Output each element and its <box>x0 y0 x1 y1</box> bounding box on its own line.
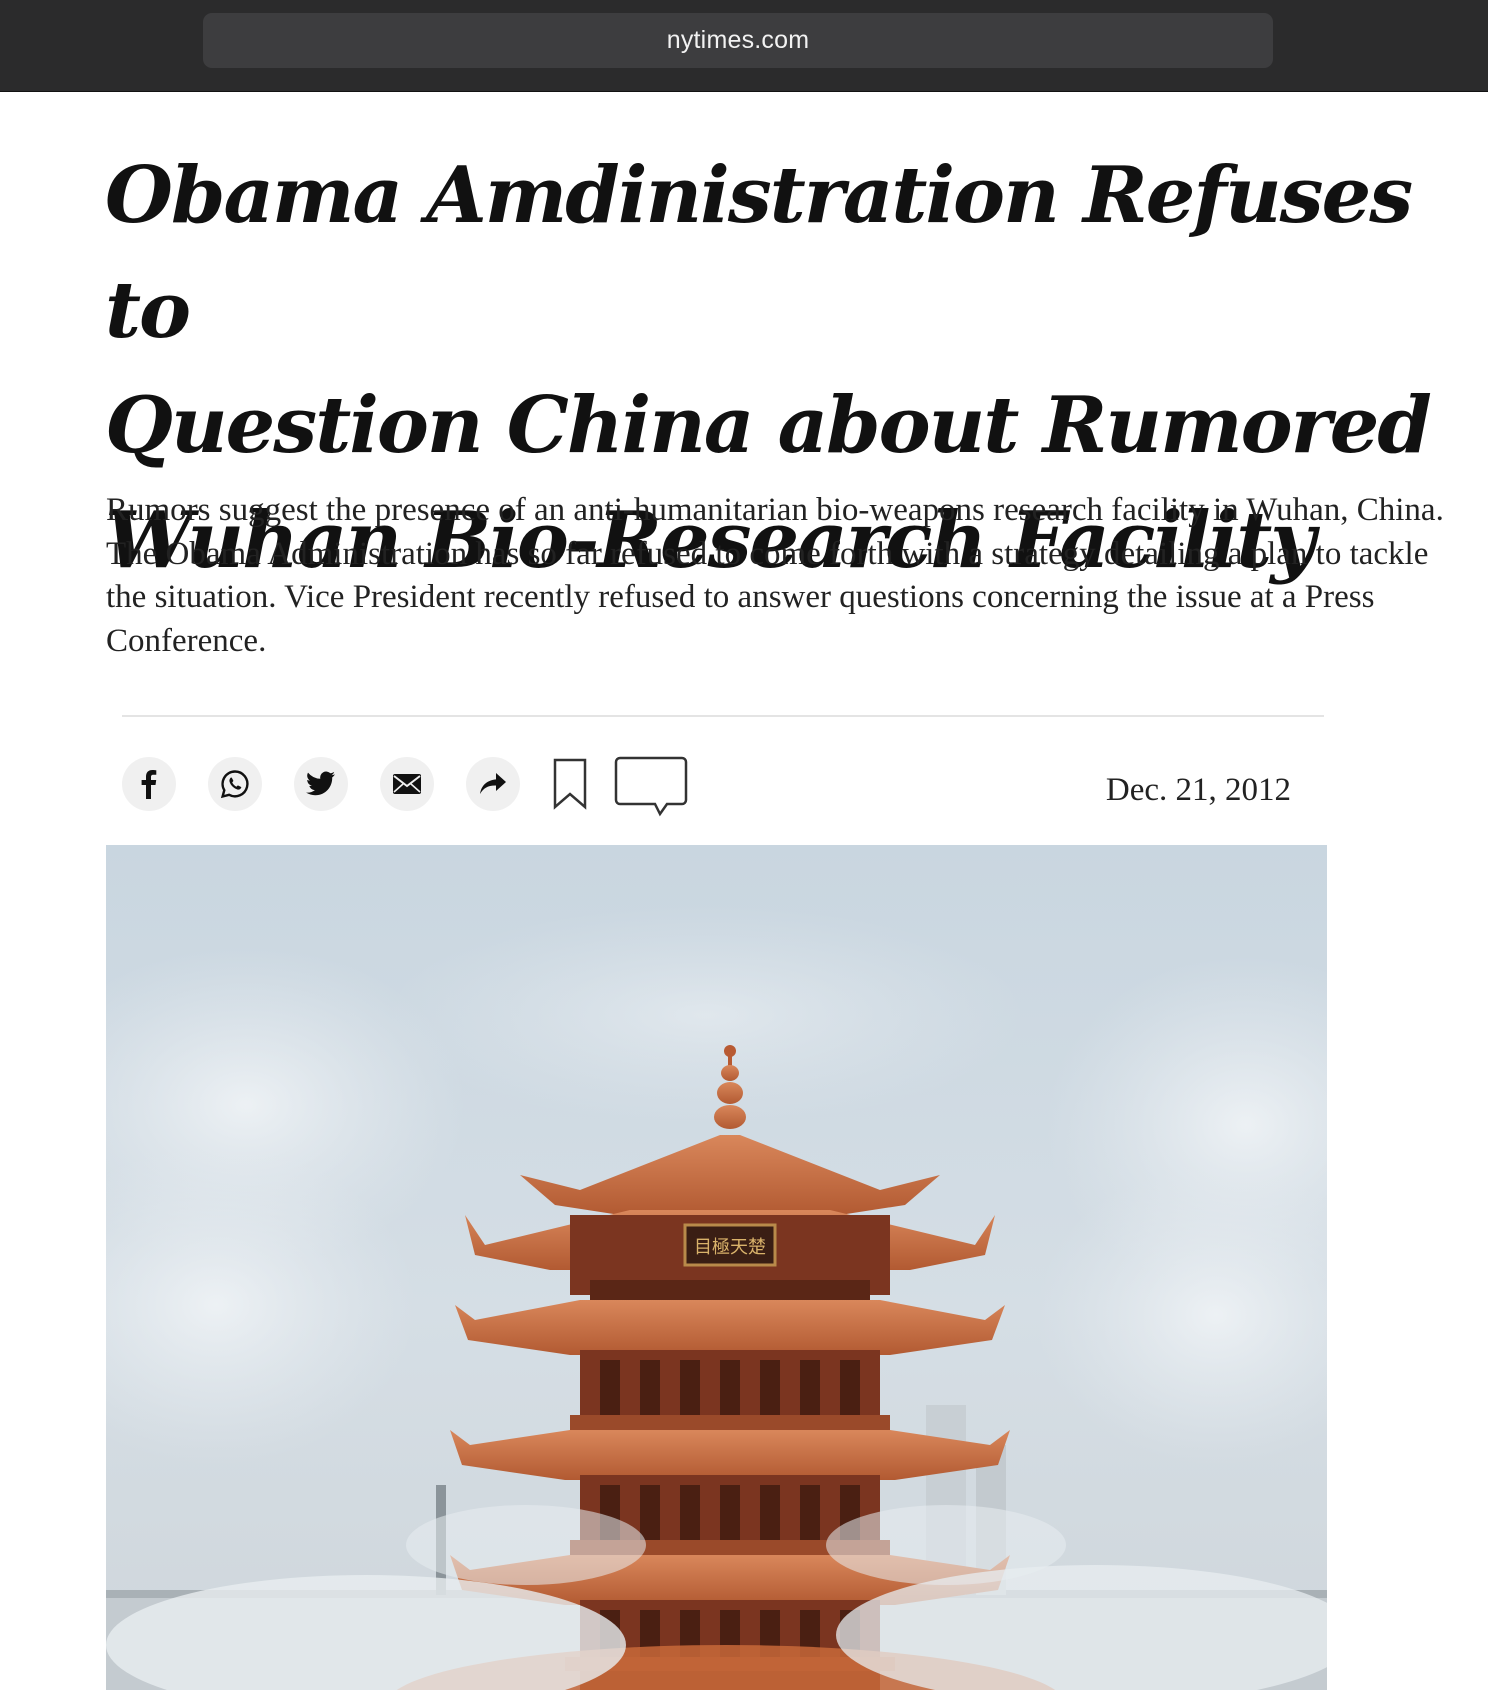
browser-toolbar: nytimes.com <box>0 0 1488 92</box>
pagoda-plaque: 目極天楚 <box>694 1237 766 1258</box>
twitter-share-button[interactable] <box>294 757 348 811</box>
address-bar-url: nytimes.com <box>666 26 810 54</box>
email-icon <box>393 774 421 794</box>
headline-line: Question China about Rumored <box>105 380 1432 471</box>
share-arrow-icon <box>480 773 506 794</box>
whatsapp-share-button[interactable] <box>208 757 262 811</box>
facebook-icon <box>141 770 157 799</box>
speech-bubble-icon[interactable] <box>614 756 688 818</box>
headline-line: Obama Amdinistration Refuses to <box>105 150 1413 356</box>
divider <box>122 715 1324 717</box>
whatsapp-icon <box>220 770 249 799</box>
facebook-share-button[interactable] <box>122 757 176 811</box>
article-date: Dec. 21, 2012 <box>1105 772 1291 808</box>
pagoda-photo: 目極天楚 <box>106 845 1327 1690</box>
address-bar[interactable]: nytimes.com <box>203 13 1273 68</box>
twitter-icon <box>306 771 335 796</box>
lead-image: 目極天楚 <box>106 845 1327 1690</box>
email-share-button[interactable] <box>380 757 434 811</box>
more-share-button[interactable] <box>466 757 520 811</box>
article-summary: Rumors suggest the presence of an anti-h… <box>106 492 1444 659</box>
bookmark-icon[interactable] <box>553 758 587 810</box>
